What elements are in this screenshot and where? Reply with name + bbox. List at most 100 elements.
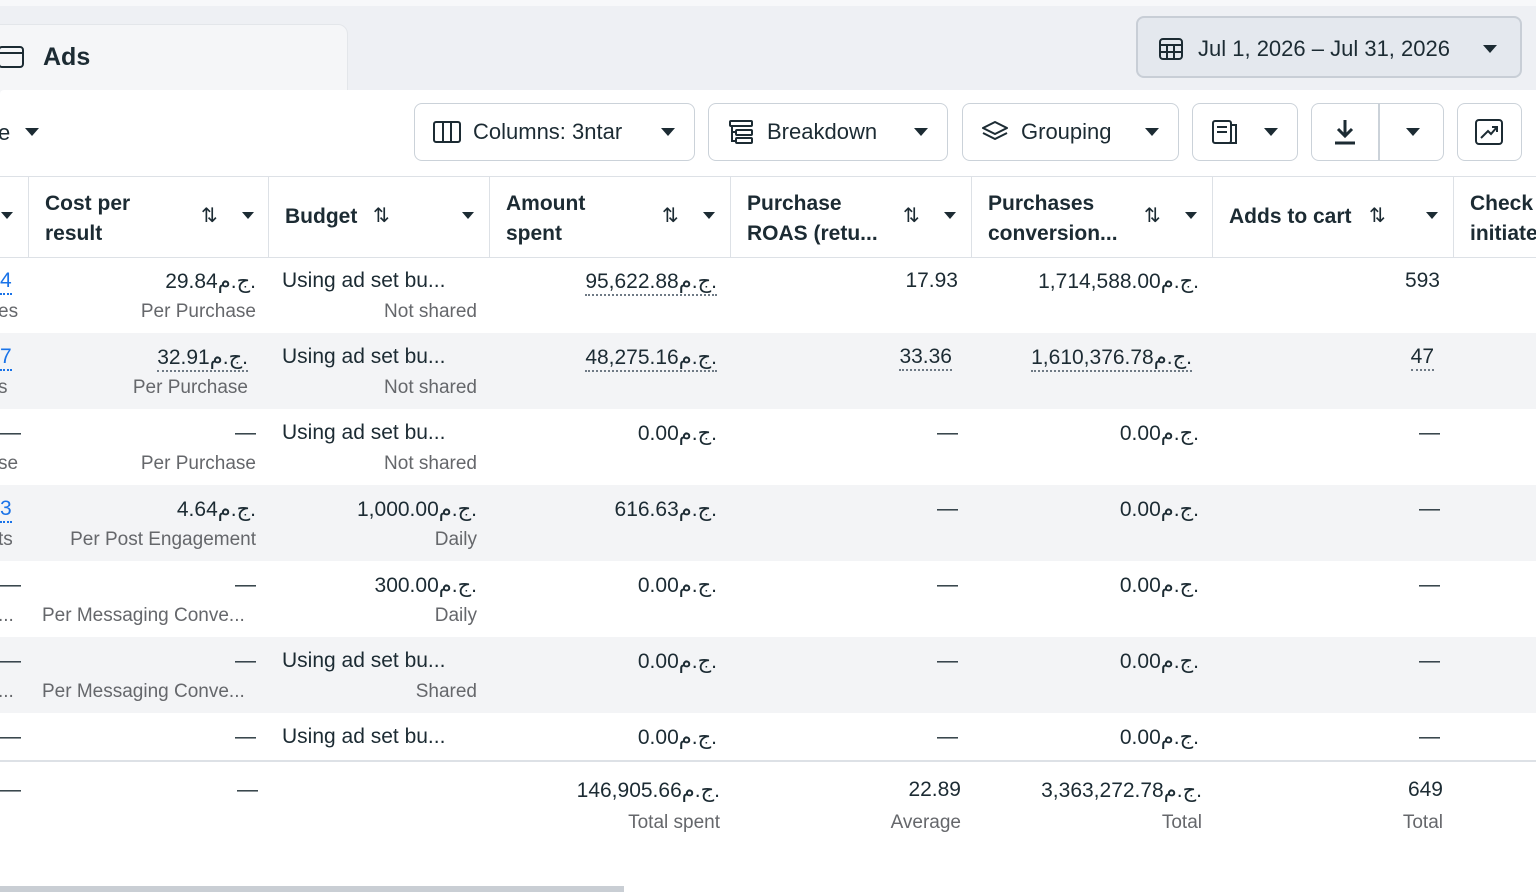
total-purchases-conversion-label: Total (1161, 812, 1202, 833)
cost-per-result-value: — (235, 649, 256, 672)
chevron-down-icon[interactable] (702, 211, 716, 220)
sort-icon[interactable]: ⇅ (1144, 203, 1161, 228)
breakdown-icon (729, 120, 753, 144)
horizontal-scrollbar[interactable] (0, 886, 624, 892)
table-row[interactable]: — se — Per Purchase Using ad set bu... N… (0, 409, 1536, 485)
sort-icon[interactable]: ⇅ (1369, 203, 1386, 228)
purchases-conversion-value: 0.00ج.م. (1119, 574, 1199, 597)
results-value[interactable]: 4 (0, 269, 12, 295)
chevron-down-icon[interactable] (1184, 211, 1198, 220)
results-value: — (0, 725, 21, 748)
col-header-checkouts-initiated[interactable]: Check initiate (1453, 177, 1536, 257)
budget-label: Not shared (384, 453, 477, 474)
results-value: — (0, 649, 21, 672)
col-header-label-line: ROAS (retu... (747, 222, 878, 245)
total-adds-to-cart-label: Total (1402, 812, 1443, 833)
col-header-label-line: spent (506, 222, 563, 245)
chevron-down-icon[interactable] (0, 211, 14, 220)
purchase-roas-value: — (937, 573, 958, 596)
cost-per-result-value: — (235, 725, 256, 748)
results-value[interactable]: 7 (0, 345, 12, 371)
chevron-down-icon[interactable] (1405, 127, 1421, 137)
col-header-adds-to-cart[interactable]: Adds to cart ⇅ (1212, 177, 1453, 257)
grouping-button[interactable]: Grouping (962, 103, 1179, 161)
budget-label: Not shared (384, 377, 477, 398)
results-label: ... (0, 605, 14, 626)
table-row[interactable]: 3 ts 4.64ج.م. Per Post Engagement 1,000.… (0, 485, 1536, 561)
results-label: ... (0, 681, 14, 702)
total-adds-to-cart-value: 649 (1407, 778, 1443, 801)
date-range-picker[interactable]: Jul 1, 2026 – Jul 31, 2026 (1136, 16, 1522, 78)
amount-spent-value[interactable]: 48,275.16ج.م. (585, 345, 717, 372)
col-header-amount-spent[interactable]: Amount spent ⇅ (489, 177, 730, 257)
col-header-purchases-conversion[interactable]: Purchases conversion... ⇅ (971, 177, 1212, 257)
col-header-budget[interactable]: Budget ⇅ (268, 177, 489, 257)
purchase-roas-value: 17.93 (905, 269, 958, 292)
window-icon (0, 46, 24, 68)
cost-per-result-label: Per Purchase (140, 301, 256, 322)
total-purchase-roas-value: 22.89 (908, 778, 961, 801)
reports-button[interactable] (1192, 103, 1298, 161)
purchase-roas-value: — (937, 497, 958, 520)
chevron-down-icon[interactable] (943, 211, 957, 220)
col-header-label: Budget (285, 205, 358, 228)
view-selector-label[interactable]: e (0, 120, 10, 146)
col-header-label: Check initiate (1470, 189, 1536, 249)
table-row[interactable]: — ... — Per Messaging Conve... 300.00ج.م… (0, 561, 1536, 637)
table-row[interactable]: — — Using ad set bu... 0.00ج.م. — 0.00ج.… (0, 713, 1536, 760)
columns-button[interactable]: Columns: 3ntar (414, 103, 695, 161)
table-header: Cost per result ⇅ Budget ⇅ Amount spent … (0, 176, 1536, 258)
breakdown-label: Breakdown (767, 119, 878, 144)
calendar-icon (1159, 38, 1183, 60)
col-header-purchase-roas[interactable]: Purchase ROAS (retu... ⇅ (730, 177, 971, 257)
chevron-down-icon[interactable] (461, 211, 475, 220)
table-row[interactable]: 4 es 29.84ج.م. Per Purchase Using ad set… (0, 257, 1536, 333)
col-header-clipped[interactable] (0, 177, 28, 257)
cost-per-result-value: — (235, 573, 256, 596)
cost-per-result-value: — (235, 421, 256, 444)
amount-spent-value: 0.00ج.م. (637, 726, 717, 749)
budget-value: 300.00ج.م. (374, 574, 477, 597)
results-label: se (0, 453, 19, 474)
amount-spent-value[interactable]: 95,622.88ج.م. (585, 269, 717, 296)
chevron-down-icon[interactable] (1425, 211, 1439, 220)
table-row[interactable]: — ... — Per Messaging Conve... Using ad … (0, 637, 1536, 713)
purchases-conversion-value[interactable]: 1,610,376.78ج.م. (1031, 345, 1192, 372)
cost-per-result-label: Per Messaging Conve... (42, 605, 245, 626)
budget-value: Using ad set bu... (282, 725, 446, 748)
cost-per-result-value[interactable]: 32.91ج.م. (157, 345, 248, 372)
columns-label: Columns: 3ntar (473, 119, 623, 144)
sort-icon[interactable]: ⇅ (662, 203, 679, 228)
purchase-roas-value[interactable]: 33.36 (899, 345, 952, 371)
results-value: — (0, 573, 21, 596)
budget-value: 1,000.00ج.م. (357, 498, 477, 521)
purchases-conversion-value: 0.00ج.م. (1119, 726, 1199, 749)
chevron-down-icon (1483, 45, 1497, 53)
breakdown-button[interactable]: Breakdown (708, 103, 948, 161)
col-header-label: Amount spent (506, 189, 585, 249)
purchases-conversion-value: 0.00ج.م. (1119, 650, 1199, 673)
amount-spent-value: 0.00ج.م. (637, 422, 717, 445)
sort-icon[interactable]: ⇅ (903, 203, 920, 228)
col-header-cost-per-result[interactable]: Cost per result ⇅ (28, 177, 268, 257)
chevron-down-icon[interactable] (241, 211, 255, 220)
sort-icon[interactable]: ⇅ (373, 203, 390, 228)
cost-per-result-label: Per Purchase (132, 377, 248, 398)
results-value[interactable]: 3 (0, 497, 12, 523)
adds-to-cart-value: — (1419, 725, 1440, 748)
cost-per-result-value: 29.84ج.م. (165, 270, 256, 293)
results-label: ts (0, 529, 13, 550)
table-row[interactable]: 7 s 32.91ج.م. Per Purchase Using ad set … (0, 333, 1536, 409)
chevron-down-icon (1145, 128, 1159, 136)
charts-button[interactable] (1457, 103, 1522, 161)
export-button-group[interactable] (1311, 103, 1444, 161)
budget-value: Using ad set bu... (282, 345, 446, 368)
col-header-label-line: conversion... (988, 222, 1118, 245)
purchase-roas-value: — (937, 649, 958, 672)
chevron-down-icon[interactable] (24, 127, 40, 137)
sort-icon[interactable]: ⇅ (201, 203, 218, 228)
adds-to-cart-value[interactable]: 47 (1410, 345, 1434, 371)
chevron-down-icon (914, 128, 928, 136)
total-results-value: — (0, 778, 21, 801)
download-icon[interactable] (1332, 118, 1358, 146)
